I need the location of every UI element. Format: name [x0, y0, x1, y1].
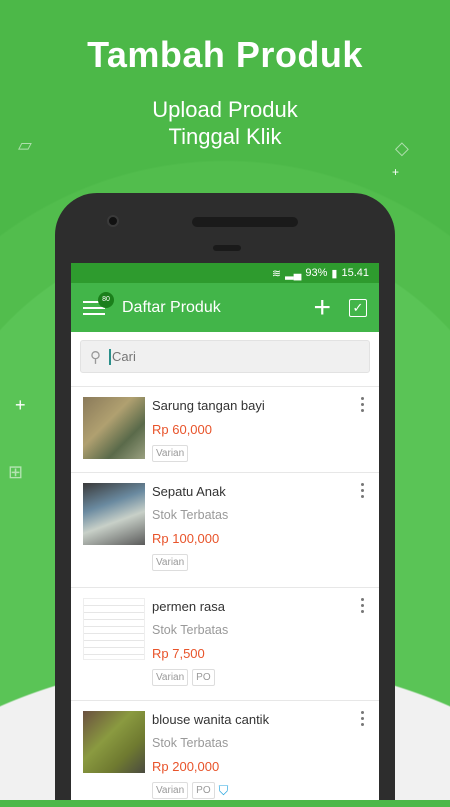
headline: Tambah Produk — [87, 34, 363, 75]
plus-doodle-icon: + — [15, 395, 26, 415]
subtitle: Upload Produk Tinggal Klik — [0, 96, 450, 150]
product-name: Sepatu Anak — [152, 484, 226, 499]
add-product-button[interactable]: + — [313, 292, 331, 323]
stock-status: Stok Terbatas — [152, 623, 229, 637]
sensor — [213, 245, 241, 251]
plus-doodle-icon: + — [392, 165, 400, 179]
speaker — [192, 217, 298, 227]
bag-doodle-icon: ◇ — [395, 138, 409, 158]
subtitle-line: Upload Produk — [152, 97, 298, 122]
app-screen: ≋ ▂▄ 93% ▮ 15.41 80 Daftar Produk + ✓ ⚲ … — [71, 263, 379, 800]
status-bar: ≋ ▂▄ 93% ▮ 15.41 — [71, 263, 379, 283]
battery-level: 93% — [305, 267, 328, 279]
product-name: permen rasa — [152, 599, 225, 614]
tag-varian: Varian — [152, 782, 189, 799]
search-bar: ⚲ — [80, 340, 370, 373]
clock: 15.41 — [341, 267, 369, 279]
tag-po: PO — [192, 669, 215, 686]
tag-varian: Varian — [152, 669, 189, 686]
product-item[interactable]: Sarung tangan bayi Rp 60,000 Varian — [71, 386, 379, 472]
product-name: blouse wanita cantik — [152, 712, 270, 727]
camera — [107, 215, 119, 227]
product-thumbnail — [83, 483, 145, 545]
select-button[interactable]: ✓ — [349, 298, 367, 317]
search-icon: ⚲ — [90, 348, 101, 366]
toolbar: 80 Daftar Produk + ✓ — [71, 283, 379, 332]
notification-badge: 80 — [98, 291, 114, 308]
product-item[interactable]: Sepatu Anak Stok Terbatas Rp 100,000 Varian — [71, 472, 379, 587]
stock-status: Stok Terbatas — [152, 508, 229, 522]
more-options-icon[interactable] — [361, 397, 365, 415]
product-price: Rp 100,000 — [152, 531, 220, 546]
more-options-icon[interactable] — [361, 598, 365, 616]
more-options-icon[interactable] — [361, 711, 365, 729]
product-thumbnail — [83, 397, 145, 459]
product-thumbnail — [83, 711, 145, 773]
page-title: Daftar Produk — [122, 298, 221, 316]
shield-icon: ⛉ — [218, 782, 229, 798]
signal-icon: ▂▄ — [285, 267, 302, 280]
stock-status: Stok Terbatas — [152, 736, 229, 750]
tag-varian: Varian — [152, 445, 189, 462]
tag-po: PO — [192, 782, 215, 799]
product-price: Rp 60,000 — [152, 422, 212, 437]
product-list: Sarung tangan bayi Rp 60,000 Varian Sepatu… — [71, 386, 379, 807]
search-input[interactable] — [109, 348, 309, 365]
more-options-icon[interactable] — [361, 483, 365, 501]
menu-icon[interactable]: 80 — [83, 291, 114, 315]
subtitle-line: Tinggal Klik — [168, 124, 282, 149]
wifi-icon: ≋ — [271, 267, 282, 280]
product-item[interactable]: permen rasa Stok Terbatas Rp 7,500 Varian PO — [71, 587, 379, 700]
product-price: Rp 200,000 — [152, 759, 220, 774]
product-price: Rp 7,500 — [152, 646, 205, 661]
product-item[interactable]: blouse wanita cantik Stok Terbatas Rp 200,… — [71, 700, 379, 807]
battery-icon: ▮ — [331, 267, 338, 280]
gift-doodle-icon: ⊞ — [8, 462, 24, 482]
product-name: Sarung tangan bayi — [152, 398, 265, 413]
phone-doodle-icon: ▱ — [18, 135, 32, 155]
tag-varian: Varian — [152, 554, 189, 571]
product-thumbnail — [83, 598, 145, 660]
